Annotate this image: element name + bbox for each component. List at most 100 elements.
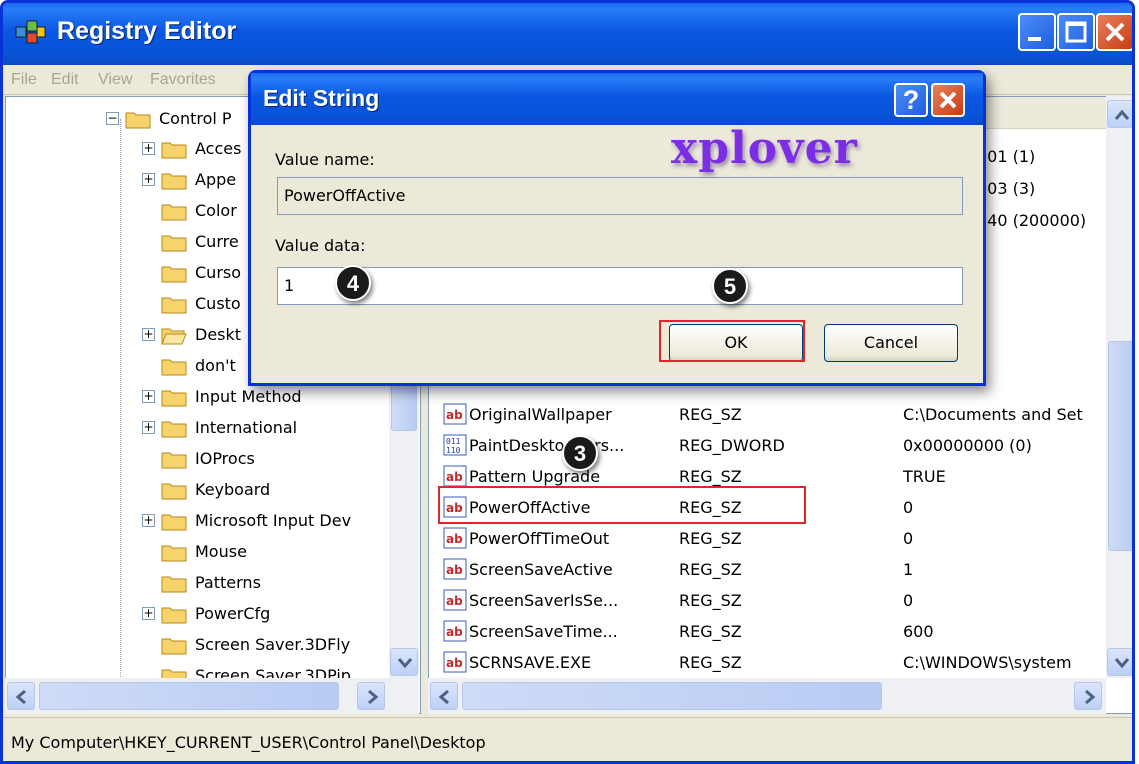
tree-item[interactable]: Curre: [142, 226, 239, 257]
expand-icon[interactable]: +: [142, 173, 155, 186]
chevron-up-icon: [1114, 109, 1130, 120]
collapse-icon[interactable]: −: [106, 112, 119, 125]
expand-icon[interactable]: +: [142, 607, 155, 620]
tree-item[interactable]: Custo: [142, 288, 241, 319]
scroll-thumb[interactable]: [1108, 341, 1132, 551]
folder-icon: [161, 263, 187, 283]
chevron-right-icon: [368, 689, 379, 705]
scroll-up-button[interactable]: [1107, 100, 1132, 128]
tree-item-label: Screen Saver.3DFly: [195, 635, 351, 654]
scroll-right-button[interactable]: [357, 682, 385, 710]
tree-item[interactable]: Screen Saver.3DFly: [142, 629, 350, 660]
svg-text:110: 110: [446, 446, 461, 455]
cancel-button[interactable]: Cancel: [824, 324, 958, 362]
tree-item[interactable]: Keyboard: [142, 474, 270, 505]
tree-item[interactable]: + Deskt: [142, 319, 241, 350]
tree-item-label: Patterns: [195, 573, 261, 592]
expand-icon[interactable]: +: [142, 328, 155, 341]
chevron-down-icon: [397, 658, 413, 669]
registry-editor-icon: [15, 20, 46, 44]
menu-view[interactable]: View: [98, 71, 132, 89]
tree-item[interactable]: don't: [142, 350, 236, 381]
scroll-left-button[interactable]: [430, 682, 458, 710]
value-name: SCRNSAVE.EXE: [469, 653, 592, 672]
tree-item[interactable]: Color: [142, 195, 237, 226]
ab-icon: ab: [443, 589, 467, 611]
tree-item[interactable]: + International: [142, 412, 297, 443]
list-vertical-scrollbar[interactable]: [1106, 96, 1132, 678]
value-type: REG_SZ: [679, 529, 742, 548]
tree-item-label: Control P: [159, 109, 232, 128]
value-name-label: Value name:: [275, 150, 375, 169]
scroll-thumb[interactable]: [39, 682, 339, 710]
tree-item[interactable]: Curso: [142, 257, 241, 288]
svg-text:ab: ab: [446, 625, 463, 639]
highlight-poweroffactive: [438, 486, 806, 524]
svg-text:011: 011: [446, 437, 461, 446]
tree-item-label: Curre: [195, 232, 239, 251]
value-data: 0: [903, 529, 914, 548]
value-row[interactable]: ab PowerOffTimeOut REG_SZ 0: [443, 523, 1103, 554]
help-button[interactable]: ?: [894, 83, 928, 117]
scroll-down-button[interactable]: [1107, 648, 1132, 676]
value-name: ScreenSaverIsSe...: [469, 591, 619, 610]
folder-icon: [161, 542, 187, 562]
scroll-down-button[interactable]: [390, 648, 418, 676]
tree-item[interactable]: + PowerCfg: [142, 598, 270, 629]
value-type: REG_SZ: [679, 653, 742, 672]
expand-icon[interactable]: +: [142, 514, 155, 527]
tree-item[interactable]: + Acces: [142, 133, 241, 164]
tree-item-label: Curso: [195, 263, 242, 282]
ab-icon: ab: [443, 558, 467, 580]
scroll-left-button[interactable]: [7, 682, 35, 710]
folder-icon: [161, 294, 187, 314]
open-folder-icon: [161, 325, 187, 345]
close-button[interactable]: [1096, 13, 1132, 51]
value-type: REG_SZ: [679, 467, 742, 486]
value-row[interactable]: ab ScreenSaveActive REG_SZ 1: [443, 554, 1103, 585]
tree-item-label: International: [195, 418, 298, 437]
binary-icon: 011 110: [443, 434, 467, 456]
folder-icon: [125, 109, 151, 129]
value-row[interactable]: ab ScreenSaveTime... REG_SZ 600: [443, 616, 1103, 647]
scroll-thumb[interactable]: [462, 682, 882, 710]
value-data-input[interactable]: 1: [277, 267, 963, 305]
value-row[interactable]: 011 110 PaintDesktopVers... REG_DWORD 0x0000…: [443, 430, 1103, 461]
folder-icon: [161, 170, 187, 190]
maximize-icon: [1065, 21, 1087, 43]
tree-item[interactable]: Patterns: [142, 567, 261, 598]
svg-text:ab: ab: [446, 408, 463, 422]
xplover-watermark: xplover: [671, 123, 858, 174]
tree-item-label: Appe: [195, 170, 237, 189]
folder-icon: [161, 511, 187, 531]
minimize-button[interactable]: [1018, 13, 1056, 51]
menu-file[interactable]: File: [11, 71, 37, 89]
value-data: C:\Documents and Set: [903, 405, 1083, 424]
tree-item-control-panel[interactable]: − Control P: [106, 103, 232, 134]
dialog-title-bar[interactable]: Edit String ?: [251, 73, 983, 125]
expand-icon[interactable]: +: [142, 421, 155, 434]
svg-text:ab: ab: [446, 563, 463, 577]
expand-icon[interactable]: +: [142, 390, 155, 403]
step-badge-4: 4: [335, 265, 371, 301]
tree-horizontal-scrollbar[interactable]: [5, 678, 419, 714]
menu-favorites[interactable]: Favorites: [150, 71, 216, 89]
value-row[interactable]: ab SCRNSAVE.EXE REG_SZ C:\WINDOWS\system: [443, 647, 1103, 678]
folder-icon: [161, 418, 187, 438]
value-data: 1: [903, 560, 914, 579]
tree-item[interactable]: + Appe: [142, 164, 236, 195]
scroll-right-button[interactable]: [1074, 682, 1102, 710]
tree-item-label: Input Method: [195, 387, 302, 406]
value-row[interactable]: ab ScreenSaverIsSe... REG_SZ 0: [443, 585, 1103, 616]
title-bar[interactable]: Registry Editor: [3, 3, 1132, 65]
expand-icon[interactable]: +: [142, 142, 155, 155]
dialog-close-button[interactable]: [931, 83, 965, 117]
maximize-button[interactable]: [1057, 13, 1095, 51]
menu-edit[interactable]: Edit: [51, 71, 79, 89]
tree-item[interactable]: Mouse: [142, 536, 247, 567]
value-row[interactable]: ab OriginalWallpaper REG_SZ C:\Documents an…: [443, 399, 1103, 430]
list-horizontal-scrollbar[interactable]: [428, 678, 1106, 714]
tree-item[interactable]: IOProcs: [142, 443, 255, 474]
tree-guide-line: [120, 119, 121, 699]
tree-item[interactable]: + Microsoft Input Dev: [142, 505, 351, 536]
